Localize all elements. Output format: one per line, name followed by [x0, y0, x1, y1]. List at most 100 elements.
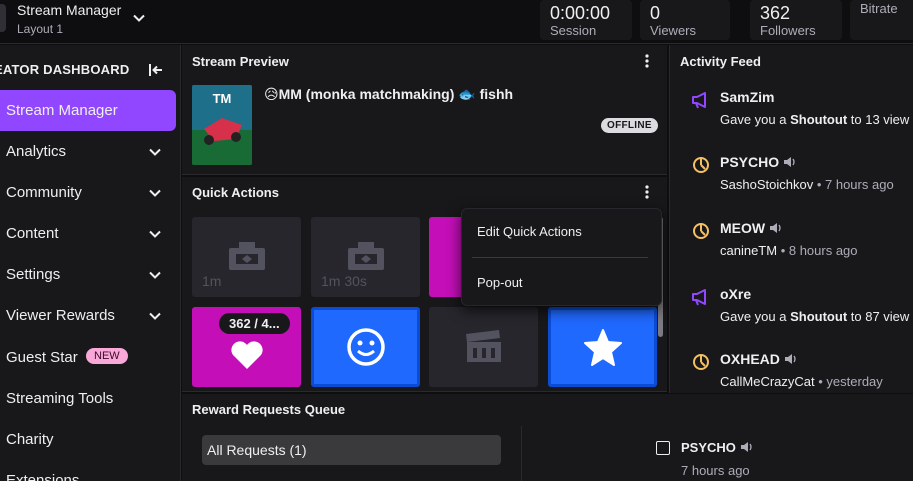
sidebar-item-label: Community: [6, 184, 82, 201]
feed-user-name[interactable]: SamZim: [720, 89, 774, 105]
follow-goal-count: 362 / 4...: [219, 313, 290, 334]
stream-preview-panel: Stream Preview TM 😥MM (monka matchmaking…: [182, 45, 667, 175]
feed-item[interactable]: SamZim Gave you a Shoutout to 13 view: [670, 85, 913, 145]
requests-filter-select[interactable]: All Requests (1): [202, 435, 501, 465]
app-icon[interactable]: [0, 4, 6, 32]
stat-value: 362: [760, 3, 791, 23]
requests-filter-value: All Requests (1): [207, 442, 307, 458]
sidebar-item-content[interactable]: Content: [0, 213, 176, 254]
feed-item[interactable]: MEOW canineTM • 8 hours ago: [670, 216, 913, 276]
feed-description: Gave you a Shoutout to 13 view: [720, 112, 909, 127]
chevron-down-icon: [149, 148, 161, 156]
feed-text: to 87 view: [847, 309, 910, 324]
sidebar-item-extensions[interactable]: Extensions: [0, 460, 176, 481]
feed-description: canineTM • 8 hours ago: [720, 243, 858, 258]
speaker-icon: [770, 223, 781, 233]
feed-item[interactable]: oXre Gave you a Shoutout to 87 view: [670, 282, 913, 342]
stat-label: Session: [550, 23, 597, 38]
heart-icon: [230, 341, 263, 369]
feed-user-name[interactable]: OXHEAD: [720, 351, 798, 367]
chevron-down-icon[interactable]: [131, 10, 147, 26]
panel-title: Quick Actions: [192, 185, 279, 200]
activity-feed-panel: Activity Feed SamZim Gave you a Shoutout…: [669, 45, 913, 393]
feed-description: CallMeCrazyCat • yesterday: [720, 374, 883, 389]
request-checkbox[interactable]: [656, 441, 670, 455]
feed-user-name[interactable]: MEOW: [720, 220, 783, 236]
sidebar-item-charity[interactable]: Charity: [0, 419, 176, 460]
reward-requests-queue-panel: Reward Requests Queue All Requests (1) P…: [182, 394, 913, 481]
stat-bitrate: Bitrate: [850, 0, 913, 40]
clapperboard-icon: [465, 330, 501, 362]
edit-quick-actions-menu-item[interactable]: Edit Quick Actions: [477, 224, 582, 239]
game-boxart[interactable]: TM: [192, 85, 252, 165]
feed-meta: • 7 hours ago: [813, 177, 894, 192]
sidebar-item-streaming-tools[interactable]: Streaming Tools: [0, 378, 176, 419]
dashboard-title[interactable]: Stream Manager: [17, 2, 121, 18]
sidebar-item-label: Streaming Tools: [6, 390, 114, 407]
request-user-name[interactable]: PSYCHO: [681, 440, 754, 455]
sidebar-item-label: Guest Star: [6, 349, 78, 366]
sidebar-header: EATOR DASHBOARD: [0, 60, 181, 80]
feed-bold: Shoutout: [790, 309, 848, 324]
quick-action-highlight[interactable]: [548, 307, 657, 387]
sidebar-item-guest-star[interactable]: Guest Star NEW: [0, 337, 176, 378]
sidebar-item-analytics[interactable]: Analytics: [0, 131, 176, 172]
quick-action-ad-1m30s[interactable]: 1m 30s: [311, 217, 420, 297]
sidebar-item-label: Settings: [6, 266, 61, 283]
feed-text: SashoStoichkov: [720, 177, 814, 192]
feed-user-name[interactable]: PSYCHO: [720, 154, 797, 170]
ad-icon: [228, 242, 265, 270]
stream-title[interactable]: 😥MM (monka matchmaking) 🐟 fishh: [264, 86, 513, 103]
chevron-down-icon: [149, 312, 161, 320]
menu-divider: [472, 257, 648, 258]
feed-text: to 13 view: [847, 112, 910, 127]
stat-viewers: 0 Viewers: [640, 0, 730, 40]
feed-text: CallMeCrazyCat: [720, 374, 815, 389]
collapse-sidebar-icon[interactable]: [147, 61, 165, 79]
chevron-down-icon: [149, 189, 161, 197]
feed-item[interactable]: PSYCHO SashoStoichkov • 7 hours ago: [670, 150, 913, 210]
feed-text: canineTM: [720, 243, 778, 258]
feed-bold: Shoutout: [790, 112, 848, 127]
feed-description: SashoStoichkov • 7 hours ago: [720, 177, 894, 192]
stat-value: 0:00:00: [550, 3, 611, 23]
game-boxart-art: TM: [192, 85, 252, 165]
feed-name-text: MEOW: [720, 220, 766, 236]
stat-label: Followers: [760, 23, 816, 38]
smiley-icon: [346, 328, 385, 366]
sidebar-item-label: Viewer Rewards: [6, 307, 115, 324]
speaker-icon: [740, 442, 752, 452]
more-options-icon[interactable]: [639, 53, 655, 69]
pop-out-menu-item[interactable]: Pop-out: [477, 275, 523, 290]
quick-action-emote[interactable]: [311, 307, 420, 387]
sidebar-item-stream-manager[interactable]: Stream Manager: [0, 90, 176, 131]
megaphone-icon: [692, 92, 706, 109]
svg-text:TM: TM: [213, 91, 232, 106]
feed-user-name[interactable]: oXre: [720, 286, 751, 302]
quick-action-follow-goal[interactable]: 362 / 4...: [192, 307, 301, 387]
quick-action-clip[interactable]: [429, 307, 538, 387]
more-options-icon[interactable]: [639, 184, 655, 200]
divider: [521, 426, 522, 481]
sidebar-item-settings[interactable]: Settings: [0, 254, 176, 295]
feed-name-text: OXHEAD: [720, 351, 780, 367]
layout-name[interactable]: Layout 1: [17, 22, 121, 36]
stat-followers: 362 Followers: [750, 0, 842, 40]
panel-title: Reward Requests Queue: [192, 402, 346, 417]
sidebar-item-community[interactable]: Community: [0, 172, 176, 213]
panel-title: Stream Preview: [192, 54, 289, 69]
sidebar-item-viewer-rewards[interactable]: Viewer Rewards: [0, 295, 176, 336]
feed-text: Gave you a: [720, 309, 791, 324]
tile-sublabel: 1m: [202, 273, 222, 289]
sidebar-item-label: Charity: [6, 431, 54, 448]
quick-action-ad-1m[interactable]: 1m: [192, 217, 301, 297]
timer-icon: [693, 157, 709, 173]
sidebar-item-label: Content: [6, 225, 59, 242]
stat-session: 0:00:00 Session: [540, 0, 632, 40]
speaker-icon: [784, 354, 796, 364]
sidebar-item-label: Stream Manager: [6, 102, 118, 119]
offline-badge: OFFLINE: [601, 118, 658, 133]
quick-actions-menu: Edit Quick Actions Pop-out: [461, 208, 662, 306]
dashboard-title-block[interactable]: Stream Manager Layout 1: [17, 2, 121, 36]
ad-icon: [347, 242, 384, 270]
